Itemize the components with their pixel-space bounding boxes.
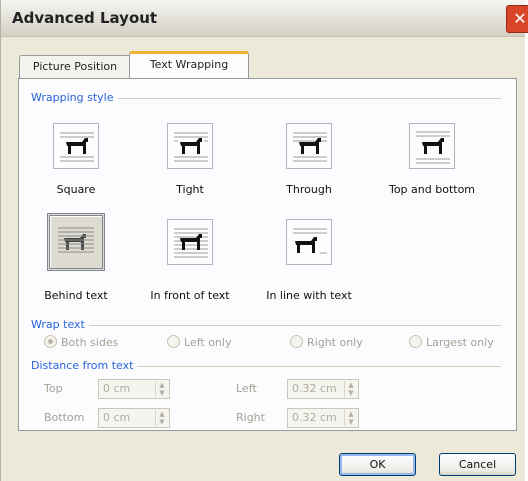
wrap-through-label: Through (286, 183, 332, 196)
distance-left-label: Left (236, 382, 257, 395)
distance-label: Distance from text (31, 359, 138, 372)
wrap-square-label: Square (56, 183, 96, 196)
wrap-top-bottom-label: Top and bottom (388, 183, 476, 196)
distance-bottom-label: Bottom (44, 411, 85, 424)
wrap-tight-button[interactable] (167, 123, 213, 169)
distance-top-input[interactable]: 0 cm ▲ ▼ (98, 379, 170, 399)
radio-right-only-label: Right only (307, 336, 363, 349)
wrap-inline-icon (293, 228, 327, 254)
wrap-tight-label: Tight (176, 183, 204, 196)
distance-top-label: Top (44, 382, 63, 395)
wrapping-style-label: Wrapping style (31, 91, 118, 104)
distance-bottom-value: 0 cm (103, 411, 131, 424)
wrap-behind-text-label: Behind text (44, 289, 108, 302)
wrap-tight-icon (174, 132, 208, 162)
tab-text-wrapping[interactable]: Text Wrapping (129, 51, 249, 78)
radio-both-sides-label: Both sides (61, 336, 119, 349)
distance-bottom-input[interactable]: 0 cm ▲ ▼ (98, 408, 170, 428)
wrap-behind-text-button[interactable] (47, 213, 105, 271)
radio-dot (167, 335, 180, 348)
wrap-top-bottom-icon (416, 131, 450, 164)
dialog-title: Advanced Layout (12, 9, 158, 27)
close-icon: ✕ (513, 9, 527, 28)
radio-right-only[interactable]: Right only (290, 335, 363, 349)
wrap-top-bottom-button[interactable] (409, 123, 455, 169)
wrap-in-front-icon (174, 228, 208, 258)
distance-right-value: 0.32 cm (292, 411, 337, 424)
wrap-in-front-button[interactable] (167, 219, 213, 265)
wrap-inline-button[interactable] (286, 219, 332, 265)
distance-left-value: 0.32 cm (292, 382, 337, 395)
radio-left-only-label: Left only (184, 336, 232, 349)
spinner-arrows-icon[interactable]: ▲ ▼ (344, 381, 357, 397)
title-bar[interactable]: Advanced Layout ✕ (1, 0, 528, 37)
radio-largest-only-label: Largest only (426, 336, 494, 349)
wrap-through-icon (293, 132, 327, 162)
wrap-square-button[interactable] (53, 123, 99, 169)
spinner-arrows-icon[interactable]: ▲ ▼ (155, 381, 168, 397)
radio-left-only[interactable]: Left only (167, 335, 231, 349)
radio-both-sides[interactable]: Both sides (44, 335, 118, 349)
wrap-behind-text-icon (58, 227, 94, 253)
ok-button[interactable]: OK (339, 453, 416, 476)
wrap-inline-label: In line with text (266, 289, 352, 302)
spinner-arrows-icon[interactable]: ▲ ▼ (155, 410, 168, 426)
distance-right-input[interactable]: 0.32 cm ▲ ▼ (287, 408, 359, 428)
cancel-button[interactable]: Cancel (439, 453, 516, 476)
tab-picture-position[interactable]: Picture Position (19, 55, 131, 78)
wrap-through-button[interactable] (286, 123, 332, 169)
wrap-text-divider (31, 325, 501, 326)
spinner-arrows-icon[interactable]: ▲ ▼ (344, 410, 357, 426)
wrap-in-front-label: In front of text (150, 289, 230, 302)
close-button[interactable]: ✕ (506, 5, 528, 33)
distance-left-input[interactable]: 0.32 cm ▲ ▼ (287, 379, 359, 399)
wrap-square-icon (60, 132, 94, 162)
radio-dot (290, 335, 303, 348)
advanced-layout-dialog: Advanced Layout ✕ Picture Position Text … (0, 0, 528, 481)
wrap-text-label: Wrap text (31, 318, 89, 331)
distance-top-value: 0 cm (103, 382, 131, 395)
radio-dot (409, 335, 422, 348)
radio-dot (44, 335, 57, 348)
radio-largest-only[interactable]: Largest only (409, 335, 494, 349)
distance-right-label: Right (236, 411, 265, 424)
